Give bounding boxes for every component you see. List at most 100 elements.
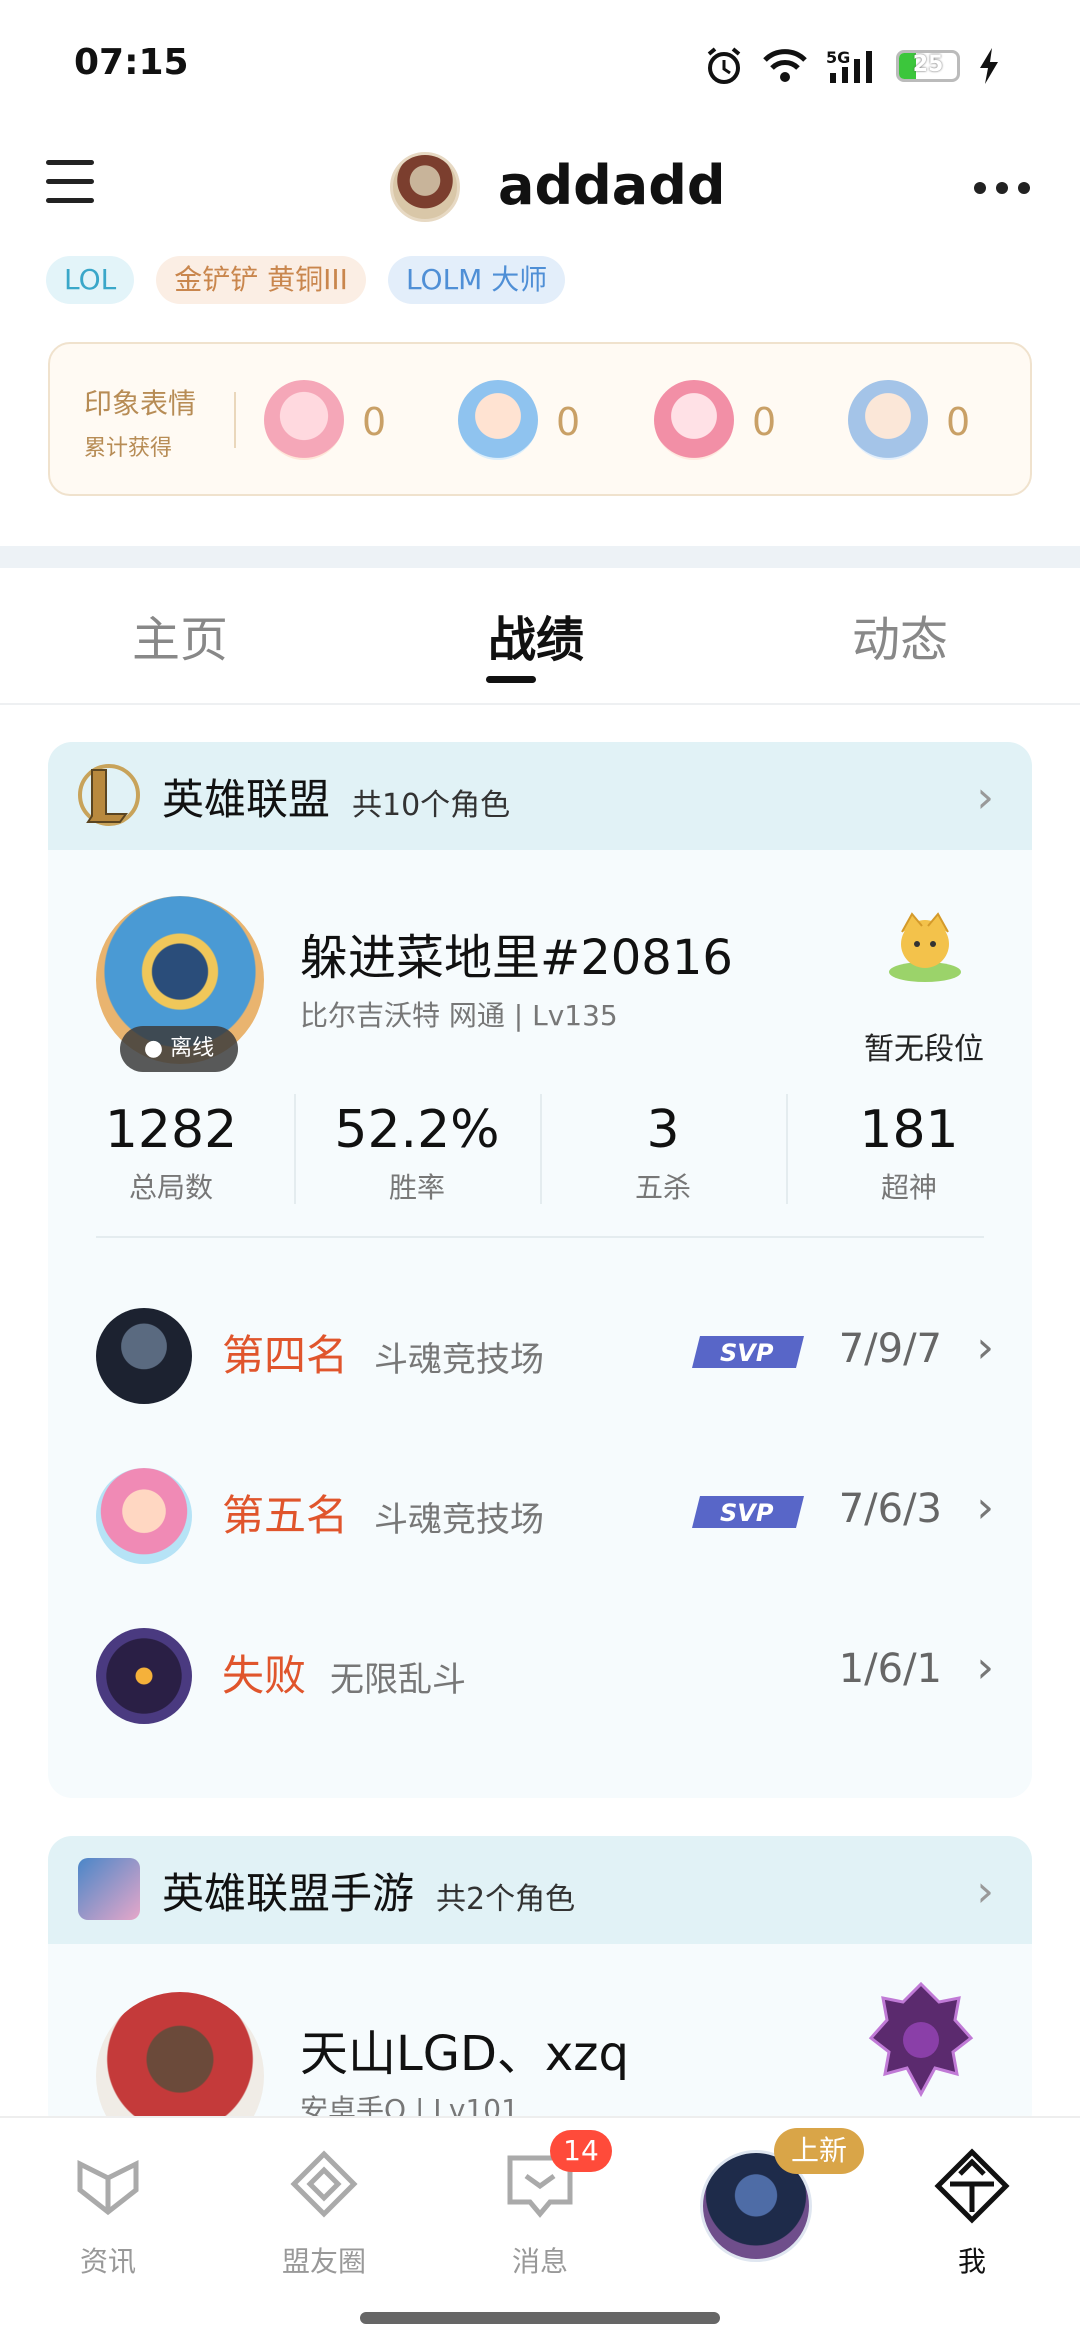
svp-badge-icon: SVP <box>692 1496 804 1528</box>
tag-lol[interactable]: LOL <box>46 256 135 304</box>
match-mode: 斗魂竞技场 <box>374 1340 544 1380</box>
lolm-card-title: 英雄联盟手游 <box>162 1869 415 1918</box>
battery-icon: 25 <box>896 50 960 82</box>
tab-activity[interactable]: 动态 <box>852 600 948 670</box>
match-kda: 7/6/3 <box>838 1486 942 1532</box>
alarm-icon <box>707 47 741 84</box>
lol-card-header[interactable]: 英雄联盟 共10个角色 › <box>48 742 1032 850</box>
impression-subtitle: 累计获得 <box>84 436 173 461</box>
user-avatar[interactable] <box>390 152 460 222</box>
tag-lolm[interactable]: LOLM 大师 <box>387 256 566 304</box>
battery-level: 25 <box>912 52 944 77</box>
svg-text:5G: 5G <box>826 48 850 67</box>
signal-5g-icon: 5G <box>826 48 872 83</box>
nav-alliance[interactable]: 盟友圈 <box>254 2146 394 2280</box>
svg-text:SVP: SVP <box>720 1499 774 1527</box>
lolm-game-card: 英雄联盟手游 共2个角色 › 天山LGD、xzq 安卓手Q | Lv101 <box>48 1836 1032 2136</box>
lolm-player-avatar[interactable] <box>96 1992 264 2136</box>
stat-label: 五杀 <box>634 1171 691 1204</box>
match-row[interactable]: 失败 无限乱斗 1/6/1 › <box>48 1616 1032 1726</box>
status-icons: 5G 25 <box>704 46 1000 86</box>
chevron-right-icon: › <box>976 1642 994 1693</box>
player-name: 躲进菜地里#20816 <box>300 930 733 986</box>
stat-total-games: 1282 总局数 <box>48 1100 294 1206</box>
match-mode: 斗魂竞技场 <box>374 1500 544 1540</box>
rank-label: 暂无段位 <box>864 1032 984 1067</box>
message-count-badge: 14 <box>550 2130 612 2172</box>
alliance-icon <box>290 2150 358 2218</box>
lol-role-count: 共10个角色 <box>352 788 511 823</box>
lol-game-card: 英雄联盟 共10个角色 › ● 离线 躲进菜地里#20816 比尔吉沃特 网通 … <box>48 742 1032 1798</box>
stat-label: 总局数 <box>128 1171 213 1204</box>
divider <box>234 392 236 448</box>
impression-card[interactable]: 印象表情 累计获得 0 0 0 0 <box>48 342 1032 496</box>
stat-win-rate: 52.2% 胜率 <box>294 1100 540 1206</box>
match-kda: 7/9/7 <box>838 1326 942 1372</box>
home-indicator[interactable] <box>360 2312 720 2324</box>
emoji-count-1: 0 <box>362 400 387 444</box>
match-mode: 无限乱斗 <box>330 1660 466 1700</box>
champion-avatar <box>96 1308 192 1404</box>
tag-list: LOL 金铲铲 黄铜III LOLM 大师 <box>46 256 566 304</box>
lolm-role-count: 共2个角色 <box>436 1882 576 1917</box>
username: addadd <box>498 154 726 217</box>
stat-value: 1282 <box>104 1100 238 1160</box>
divider <box>96 1236 984 1238</box>
stat-pentakills: 3 五杀 <box>540 1100 786 1206</box>
stat-value: 3 <box>646 1100 680 1160</box>
menu-button[interactable] <box>46 160 94 217</box>
chevron-right-icon: › <box>976 1482 994 1533</box>
emoji-sticker-4[interactable] <box>848 380 928 460</box>
emoji-sticker-2[interactable] <box>458 380 538 460</box>
svp-badge-icon: SVP <box>692 1336 804 1368</box>
nav-label: 资讯 <box>79 2245 136 2278</box>
wifi-icon <box>763 49 807 82</box>
nav-me[interactable]: 我 <box>902 2146 1042 2280</box>
master-rank-icon <box>868 1981 974 2098</box>
svg-text:SVP: SVP <box>720 1339 774 1367</box>
charging-icon <box>980 48 998 84</box>
match-kda: 1/6/1 <box>838 1646 942 1692</box>
offline-status-badge: ● 离线 <box>120 1026 238 1072</box>
lolm-logo-icon <box>78 1858 140 1920</box>
stat-label: 超神 <box>880 1171 937 1204</box>
section-divider <box>0 546 1080 568</box>
stat-label: 胜率 <box>388 1171 445 1204</box>
more-options-icon[interactable] <box>974 182 1030 194</box>
impression-title: 印象表情 <box>84 387 197 420</box>
emoji-count-2: 0 <box>556 400 581 444</box>
match-row[interactable]: 第四名 斗魂竞技场 SVP 7/9/7 › <box>48 1296 1032 1406</box>
chevron-right-icon: › <box>976 772 994 823</box>
match-result: 第五名 <box>222 1491 349 1540</box>
emoji-sticker-1[interactable] <box>264 380 344 460</box>
nav-label: 消息 <box>511 2245 568 2278</box>
champion-avatar <box>96 1468 192 1564</box>
profile-icon <box>934 2148 1010 2224</box>
stat-value: 181 <box>859 1100 959 1160</box>
emoji-count-3: 0 <box>752 400 777 444</box>
match-result: 第四名 <box>222 1331 349 1380</box>
tag-tft-rank[interactable]: 金铲铲 黄铜III <box>156 256 366 304</box>
lolm-player-name: 天山LGD、xzq <box>300 2026 629 2082</box>
unranked-icon <box>889 912 961 982</box>
chevron-right-icon: › <box>976 1866 994 1917</box>
new-badge: 上新 <box>774 2128 864 2174</box>
stat-value: 52.2% <box>334 1100 500 1160</box>
stat-legendary: 181 超神 <box>786 1100 1032 1206</box>
match-row[interactable]: 第五名 斗魂竞技场 SVP 7/6/3 › <box>48 1456 1032 1566</box>
tab-home[interactable]: 主页 <box>132 600 228 670</box>
lolm-card-header[interactable]: 英雄联盟手游 共2个角色 › <box>48 1836 1032 1944</box>
status-time: 07:15 <box>74 42 189 83</box>
nav-news[interactable]: 资讯 <box>38 2146 178 2280</box>
lol-logo-icon <box>78 764 140 826</box>
tab-records[interactable]: 战绩 <box>488 600 584 670</box>
emoji-sticker-3[interactable] <box>654 380 734 460</box>
active-tab-indicator <box>486 676 536 683</box>
lol-card-title: 英雄联盟 <box>162 775 331 824</box>
tabs-divider <box>0 703 1080 705</box>
nav-label: 盟友圈 <box>281 2245 366 2278</box>
nav-label: 我 <box>957 2245 986 2278</box>
match-result: 失败 <box>222 1651 307 1700</box>
chevron-right-icon: › <box>976 1322 994 1373</box>
news-icon <box>77 2159 139 2216</box>
